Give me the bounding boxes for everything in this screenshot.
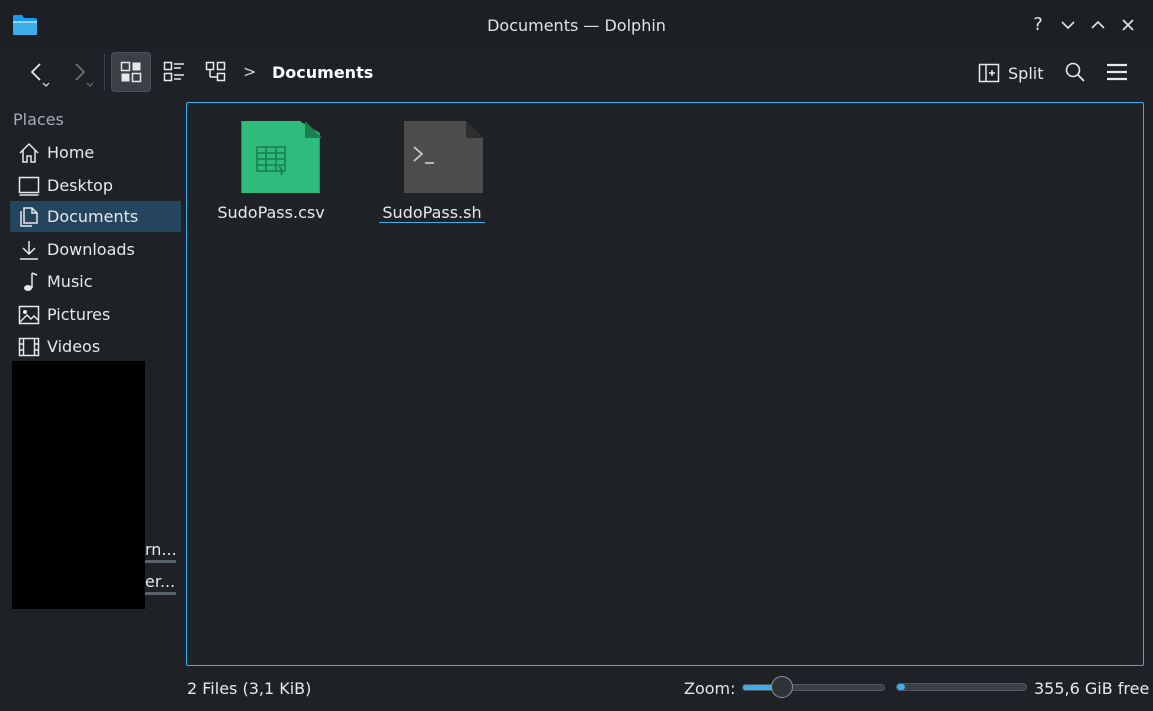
status-summary: 2 Files (3,1 KiB) [187, 679, 312, 698]
sidebar-item-label: Downloads [47, 240, 135, 259]
icons-view-icon [120, 61, 142, 83]
sidebar-item-downloads[interactable]: Downloads [10, 234, 181, 265]
capacity-bar [145, 592, 176, 595]
search-button[interactable] [1055, 52, 1095, 92]
breadcrumb-documents[interactable]: Documents [272, 63, 373, 82]
toolbar: > Documents Split [0, 50, 1153, 96]
file-item[interactable]: SudoPass.csv [211, 119, 331, 222]
minimize-button[interactable] [1057, 13, 1079, 37]
home-icon [18, 142, 40, 164]
search-icon [1065, 62, 1085, 82]
details-view-button[interactable] [154, 52, 194, 92]
file-name: SudoPass.csv [217, 203, 325, 222]
videos-icon [18, 336, 40, 358]
sidebar-item-label: Home [47, 143, 95, 162]
sidebar-item-home[interactable]: Home [10, 137, 181, 168]
sidebar-item-music[interactable]: Music [10, 266, 181, 297]
sidebar-item-desktop[interactable]: Desktop [10, 170, 181, 201]
icons-view-button[interactable] [111, 52, 151, 92]
zoom-slider[interactable] [742, 684, 885, 691]
split-button[interactable]: Split [978, 58, 1043, 88]
compact-view-icon [205, 61, 226, 82]
capacity-bar [145, 560, 176, 563]
back-button[interactable] [18, 52, 58, 92]
zoom-label: Zoom: [684, 679, 736, 698]
main-menu-button[interactable] [1097, 52, 1137, 92]
file-view[interactable]: SudoPass.csv SudoPass.sh [186, 102, 1144, 666]
compact-view-button[interactable] [196, 52, 236, 92]
sidebar-item-label: Desktop [47, 176, 113, 195]
redaction-block [12, 361, 145, 609]
maximize-button[interactable] [1087, 13, 1109, 37]
downloads-icon [18, 239, 40, 261]
sidebar-item-label: Documents [47, 207, 139, 226]
free-space-bar [896, 683, 1027, 691]
pictures-icon [18, 304, 40, 326]
file-name: SudoPass.sh [379, 203, 485, 223]
free-space-label: 355,6 GiB free [1034, 679, 1150, 698]
shell-script-file-icon [404, 121, 483, 193]
sidebar-item-truncated-1[interactable]: rn... [145, 540, 177, 559]
spreadsheet-file-icon [241, 121, 322, 193]
details-view-icon [163, 61, 184, 82]
chevron-right-icon [75, 63, 94, 87]
help-button[interactable]: ? [1027, 13, 1049, 37]
breadcrumb-separator: > [243, 62, 257, 81]
documents-icon [18, 206, 40, 228]
sidebar-item-pictures[interactable]: Pictures [10, 299, 181, 330]
forward-button[interactable] [60, 52, 100, 92]
close-button[interactable] [1117, 13, 1139, 37]
zoom-slider-handle[interactable] [771, 676, 794, 698]
free-space-bar-fill [897, 684, 905, 690]
split-view-icon [978, 63, 1000, 83]
sidebar-item-truncated-2[interactable]: er... [145, 572, 175, 591]
file-item[interactable]: SudoPass.sh [372, 119, 492, 223]
places-heading: Places [13, 110, 64, 129]
sidebar-item-videos[interactable]: Videos [10, 331, 181, 362]
split-label: Split [1008, 63, 1044, 83]
status-bar: 2 Files (3,1 KiB) Zoom: 355,6 GiB free [0, 670, 1153, 708]
sidebar-item-label: Pictures [47, 305, 111, 324]
window-title: Documents — Dolphin [487, 16, 666, 35]
sidebar-item-documents[interactable]: Documents [10, 201, 181, 232]
chevron-left-icon [30, 63, 50, 87]
hamburger-menu-icon [1107, 63, 1127, 81]
sidebar-item-label: Music [47, 272, 93, 291]
sidebar-item-label: Videos [47, 337, 101, 356]
title-bar: Documents — Dolphin ? [0, 0, 1153, 50]
desktop-icon [18, 175, 40, 197]
toolbar-divider [104, 54, 105, 90]
music-icon [18, 271, 40, 293]
